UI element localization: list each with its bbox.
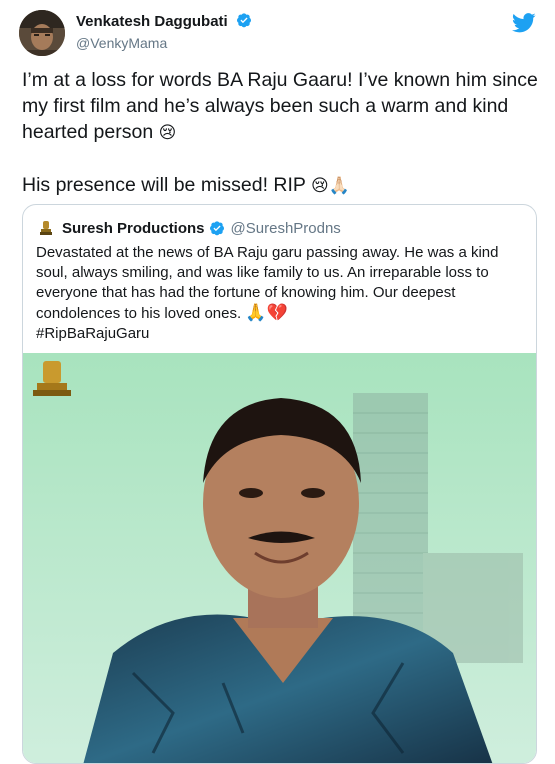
quoted-author-handle[interactable]: @SureshProdns [231,220,341,237]
quoted-tweet[interactable]: Suresh Productions @SureshProdns Devasta… [22,204,537,764]
quoted-tweet-photo[interactable] [23,353,536,763]
author-avatar[interactable] [19,10,65,56]
hashtag-link[interactable]: #RipBaRajuGaru [36,325,149,342]
folded-hands-icon: 🙏🏻 [328,176,350,196]
quoted-author-avatar[interactable] [36,218,56,238]
author-handle[interactable]: @VenkyMama [76,34,252,52]
crying-face-icon: 😢 [158,123,177,143]
quoted-tweet-header: Suresh Productions @SureshProdns [36,217,341,239]
author-display-name[interactable]: Venkatesh Daggubati [76,13,228,30]
tweet-card[interactable]: Venkatesh Daggubati @VenkyMama I’m at a … [0,0,555,764]
tweet-text-line1: I’m at a loss for words BA Raju Gaaru! I… [22,69,538,143]
crying-face-icon: 😢 [311,176,329,196]
verified-badge-icon [209,221,224,236]
twitter-bird-icon[interactable] [512,13,536,33]
quoted-author-display-name[interactable]: Suresh Productions [62,220,205,237]
tweet-body: I’m at a loss for words BA Raju Gaaru! I… [22,67,542,199]
quoted-tweet-body: Devastated at the news of BA Raju garu p… [36,243,526,344]
tweet-author: Venkatesh Daggubati @VenkyMama [76,12,252,52]
pray-broken-heart-icon: 🙏💔 [245,303,288,323]
tweet-text-line2: His presence will be missed! RIP [22,174,311,196]
verified-badge-icon [237,13,252,28]
